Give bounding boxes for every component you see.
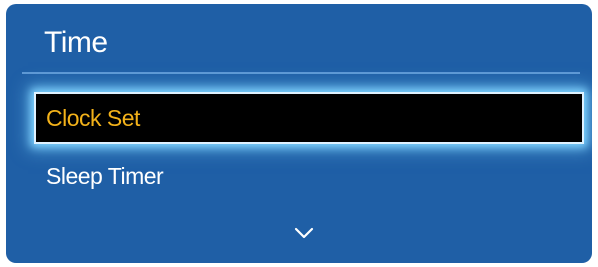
time-menu-panel: Time Clock Set Sleep Timer [6, 4, 592, 263]
menu-item-clock-set[interactable]: Clock Set [34, 92, 584, 144]
menu-item-label: Sleep Timer [46, 162, 164, 189]
chevron-down-icon[interactable] [294, 226, 314, 240]
menu-item-sleep-timer[interactable]: Sleep Timer [34, 150, 584, 202]
menu-title: Time [44, 26, 108, 59]
title-divider [22, 72, 580, 74]
menu-item-label: Clock Set [46, 104, 140, 131]
